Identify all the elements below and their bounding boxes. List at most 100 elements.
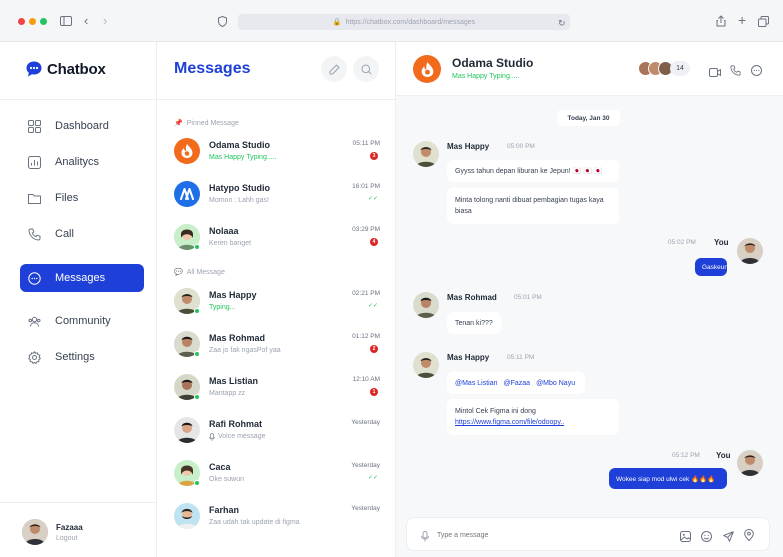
- emoji-button[interactable]: [701, 529, 712, 547]
- back-icon[interactable]: ‹: [84, 14, 88, 27]
- sidebar-item-messages[interactable]: Messages: [20, 264, 144, 292]
- mention-link[interactable]: @Mas Listian: [455, 380, 498, 387]
- list-item[interactable]: Hatypo Studio Momon : Lahh gas! 16:01 PM…: [174, 177, 380, 215]
- voice-call-button[interactable]: [730, 63, 741, 81]
- conversation-preview: Zaa jo fak ngasPof yaa: [209, 347, 281, 354]
- list-item[interactable]: Mas Listian Mantapp zz 12:10 AM 1: [174, 370, 380, 408]
- preview-text: Voice message: [218, 433, 266, 440]
- unread-badge: 1: [370, 388, 378, 396]
- members-avatars[interactable]: 14: [638, 61, 690, 76]
- attach-image-button[interactable]: [680, 529, 691, 547]
- more-options-button[interactable]: [751, 63, 762, 81]
- message-input[interactable]: [437, 526, 667, 544]
- avatar: [413, 292, 439, 318]
- mention-link[interactable]: @Mbo Nayu: [536, 380, 575, 387]
- close-window-button[interactable]: [18, 18, 25, 25]
- sidebar-item-call[interactable]: Call: [20, 220, 144, 248]
- sender-name: You: [716, 451, 731, 460]
- share-icon[interactable]: [716, 15, 726, 29]
- sidebar-item-label: Files: [55, 192, 79, 204]
- mention-link[interactable]: @Fazaa: [504, 380, 531, 387]
- video-call-button[interactable]: [709, 64, 721, 82]
- lock-icon: 🔒: [332, 19, 342, 26]
- message-time: 05:02 PM: [668, 239, 696, 246]
- pen-icon: [329, 64, 339, 74]
- message-time: 05:00 PM: [507, 143, 535, 150]
- users-icon: [28, 316, 41, 327]
- conversation-time: 03:29 PM: [352, 226, 380, 233]
- avatar[interactable]: [413, 55, 441, 83]
- message-text: Mintol Cek Figma ini dong: [455, 408, 536, 415]
- online-indicator: [194, 480, 200, 486]
- flame-logo-icon: [181, 144, 193, 158]
- chart-icon: [28, 155, 41, 169]
- list-item[interactable]: Farhan Zaa udah tak update di figma Yest…: [174, 499, 380, 537]
- online-indicator: [194, 351, 200, 357]
- message-bubble[interactable]: Gyyss tahun depan liburan ke Jepun! 🇯🇵 🇯…: [447, 160, 619, 182]
- browser-toolbar: ‹ › 🔒 https://chatbox.com/dashboard/mess…: [0, 0, 783, 42]
- list-item[interactable]: Rafi Rohmat Voice message Yesterday: [174, 413, 380, 451]
- online-indicator: [194, 394, 200, 400]
- pinned-section-label: 📌 Pinned Message: [174, 119, 239, 128]
- new-tab-icon[interactable]: +: [738, 13, 746, 27]
- message-bubble[interactable]: Mintol Cek Figma ini dong https://www.fi…: [447, 399, 619, 435]
- send-button[interactable]: [723, 529, 734, 547]
- microphone-icon: [209, 433, 215, 441]
- sidebar-item-settings[interactable]: Settings: [20, 343, 144, 371]
- logout-link[interactable]: Logout: [56, 535, 83, 542]
- conversation-time: 12:10 AM: [352, 376, 380, 383]
- list-item[interactable]: Mas Happy Typing... 02:21 PM ✓✓: [174, 284, 380, 322]
- conversation-time: 05:11 PM: [352, 140, 380, 147]
- list-item[interactable]: Caca Oke suwun Yesterday ✓✓: [174, 456, 380, 494]
- message-composer: [406, 517, 770, 551]
- forward-icon[interactable]: ›: [103, 14, 107, 27]
- avatar: [413, 141, 439, 167]
- my-message-bubble[interactable]: Gaskeun: [695, 258, 728, 276]
- conversation-time: 16:01 PM: [352, 183, 380, 190]
- microphone-button[interactable]: [421, 529, 429, 547]
- sidebar-item-community[interactable]: Community: [20, 307, 144, 335]
- search-button[interactable]: [353, 56, 379, 82]
- message-bubble[interactable]: Minta tolong nanti dibuat pembagian tuga…: [447, 188, 619, 224]
- list-item[interactable]: Mas Rohmad Zaa jo fak ngasPof yaa 01:12 …: [174, 327, 380, 365]
- address-bar[interactable]: 🔒 https://chatbox.com/dashboard/messages: [238, 14, 570, 30]
- reload-icon[interactable]: ↻: [558, 17, 566, 29]
- shield-icon[interactable]: [218, 15, 227, 29]
- my-message-bubble[interactable]: Wokee siap mod ulwi cek 🔥🔥🔥: [609, 468, 727, 489]
- sidebar-item-dashboard[interactable]: Dashboard: [20, 112, 144, 140]
- search-icon: [361, 64, 372, 75]
- sidebar-item-analitycs[interactable]: Analitycs: [20, 148, 144, 176]
- pin-icon: 📌: [174, 120, 183, 127]
- members-count: 14: [670, 61, 690, 76]
- message-bubble[interactable]: @Mas Listian @Fazaa @Mbo Nayu: [447, 372, 585, 394]
- message-bubble[interactable]: Tenan ki???: [447, 312, 501, 334]
- sidebar-item-label: Dashboard: [55, 120, 109, 132]
- sender-name: You: [714, 238, 729, 247]
- compose-button[interactable]: [321, 56, 347, 82]
- divider: [0, 99, 156, 100]
- location-button[interactable]: [744, 528, 754, 546]
- chat-icon: [28, 271, 41, 285]
- avatar: [737, 450, 763, 476]
- figma-link[interactable]: https://www.figma.com/file/odoopy..: [455, 419, 564, 426]
- conversation-preview: Voice message: [209, 433, 265, 441]
- conversation-preview: Mas Happy Typing.....: [209, 154, 277, 161]
- hatypo-logo-icon: [180, 188, 194, 200]
- send-icon: [723, 531, 734, 542]
- maximize-window-button[interactable]: [40, 18, 47, 25]
- read-check-icon: ✓✓: [367, 475, 378, 481]
- flame-logo-icon: [421, 61, 433, 77]
- conversation-list: Messages 📌 Pinned Message Odama Studio M…: [157, 42, 396, 557]
- sidebar-item-files[interactable]: Files: [20, 184, 144, 212]
- chat-title: Odama Studio: [452, 56, 534, 70]
- user-profile[interactable]: Fazaaa Logout: [22, 519, 83, 545]
- sidebar-toggle-icon[interactable]: [60, 16, 72, 28]
- section-label: All Message: [186, 268, 225, 276]
- read-check-icon: ✓✓: [367, 303, 378, 309]
- minimize-window-button[interactable]: [29, 18, 36, 25]
- tabs-overview-icon[interactable]: [758, 16, 769, 29]
- app-logo[interactable]: Chatbox: [25, 60, 106, 78]
- list-item[interactable]: Nolaaa Keren banget 03:29 PM 4: [174, 220, 380, 258]
- list-item[interactable]: Odama Studio Mas Happy Typing..... 05:11…: [174, 134, 380, 172]
- avatar: [174, 138, 200, 164]
